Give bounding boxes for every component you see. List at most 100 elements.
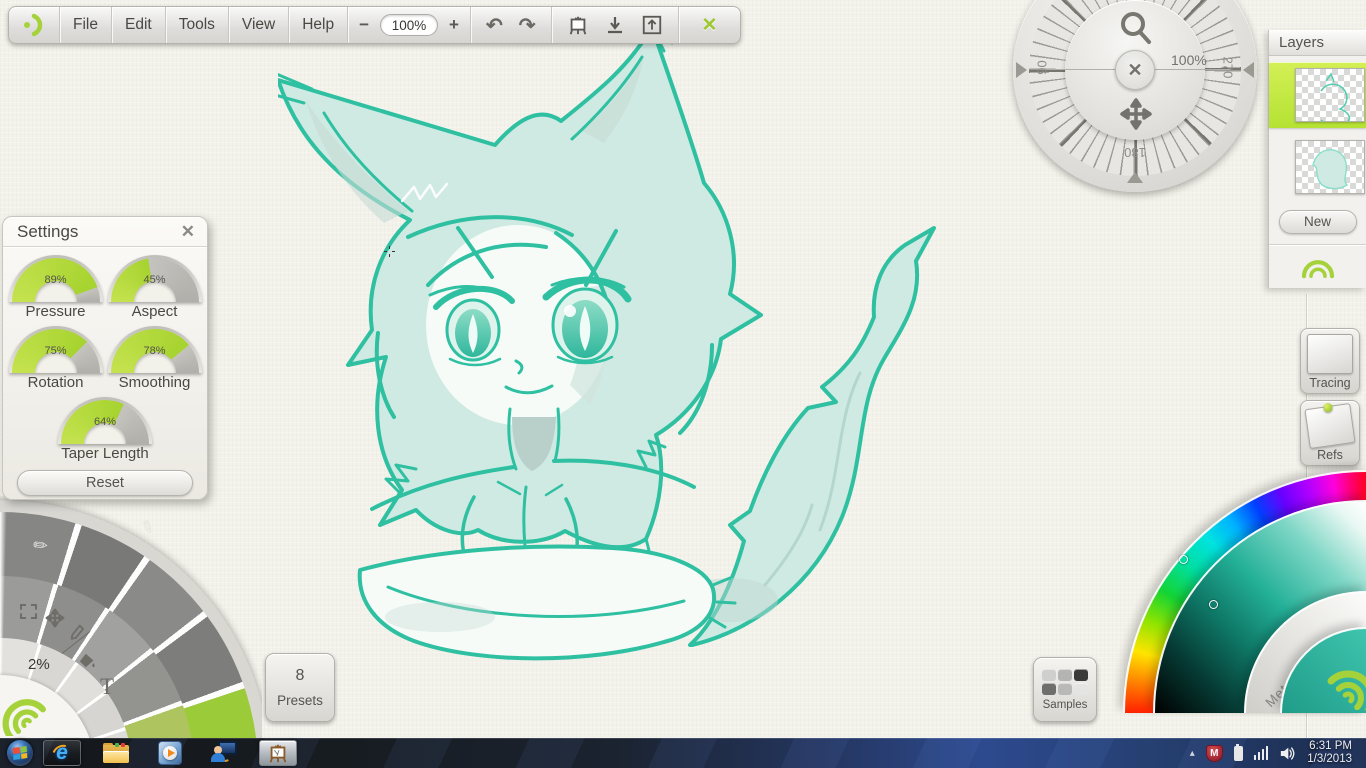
aspect-dial[interactable]: 45% Aspect	[105, 255, 204, 320]
layer-item-selected[interactable]	[1269, 62, 1366, 128]
transform-tool-icon[interactable]	[45, 608, 65, 628]
menu-tools[interactable]: Tools	[166, 7, 229, 43]
dial-value: 89%	[44, 274, 67, 286]
settings-panel: Settings ✕ 89% Pressure 45% Aspect 75% R…	[2, 216, 208, 500]
network-signal-icon[interactable]	[1253, 746, 1269, 760]
samples-button[interactable]: Samples	[1033, 657, 1097, 722]
rotation-label-180: 180	[1124, 145, 1146, 160]
canvas-navigator-wheel[interactable]: 90 270 180 ✕ 100%	[1013, 0, 1257, 192]
taskbar-media-player[interactable]	[151, 740, 189, 766]
easel-icon[interactable]	[560, 14, 596, 36]
canvas-controls	[552, 7, 679, 43]
taskbar-clock[interactable]: 6:31 PM 1/3/2013	[1307, 740, 1356, 766]
presets-button[interactable]: 8 Presets	[265, 653, 335, 722]
navigator-zoom-value: 100%	[1171, 52, 1207, 68]
redo-icon[interactable]: ↷	[512, 13, 543, 38]
artrage-arcs-icon	[1327, 670, 1366, 710]
tool-picker-wheel[interactable]: ✎ ✎ T 2%	[0, 496, 262, 738]
text-tool-icon[interactable]: T	[100, 674, 114, 700]
dial-value: 64%	[93, 416, 117, 428]
eyedropper-tool-icon[interactable]	[68, 624, 85, 642]
taskbar-internet-explorer[interactable]: e	[43, 740, 81, 768]
presets-count: 8	[295, 667, 305, 684]
artrage-logo-icon	[24, 13, 43, 37]
layers-panel: Layers New	[1268, 30, 1366, 288]
artrage-desktop: { "colors": { "accent_lime": "#a6d32f", …	[0, 0, 1366, 768]
hidden-icons-chevron[interactable]: ▴	[1190, 748, 1195, 759]
taskbar-messenger[interactable]	[205, 740, 243, 766]
brush-tool-icon[interactable]: ✎	[136, 516, 158, 540]
fill-tool-icon[interactable]	[78, 652, 97, 669]
close-icon[interactable]: ✕	[181, 222, 195, 242]
taper-length-dial[interactable]: 64% Taper Length	[56, 397, 155, 462]
menu-help[interactable]: Help	[289, 7, 349, 43]
reset-view-button[interactable]: ✕	[1115, 50, 1155, 90]
volume-icon[interactable]	[1279, 746, 1296, 761]
clock-time: 6:31 PM	[1309, 740, 1352, 752]
canvas-artwork[interactable]	[278, 35, 1008, 735]
dial-label: Smoothing	[118, 374, 191, 391]
magnifier-icon[interactable]	[1117, 10, 1155, 48]
panel-divider	[1269, 244, 1366, 245]
green-x-icon: ✕	[701, 14, 718, 36]
dial-label: Taper Length	[61, 445, 149, 462]
windows-taskbar: e ▴ M 6:31 PM 1/3/2013	[0, 738, 1366, 768]
rotation-label-90: 90	[1034, 60, 1050, 75]
zoom-out-button[interactable]: −	[356, 15, 372, 35]
layer-thumbnail	[1295, 68, 1365, 126]
dial-label: Rotation	[27, 374, 84, 391]
menu-file[interactable]: File	[60, 7, 112, 43]
rotation-dial[interactable]: 75% Rotation	[6, 326, 105, 391]
folder-icon	[103, 743, 129, 763]
zoom-controls: − 100% +	[348, 7, 471, 43]
rotate-left-arrow-icon[interactable]	[1016, 62, 1027, 78]
samples-label: Samples	[1042, 698, 1088, 711]
history-controls: ↶ ↷	[471, 7, 552, 43]
tracing-button[interactable]: Tracing	[1300, 328, 1360, 394]
smoothing-dial[interactable]: 78% Smoothing	[105, 326, 204, 391]
mcafee-icon[interactable]: M	[1205, 744, 1223, 762]
layer-thumbnail	[1295, 140, 1365, 194]
artrage-logo-button[interactable]	[9, 7, 60, 43]
layers-panel-title[interactable]: Layers	[1269, 30, 1366, 56]
system-tray: ▴ M 6:31 PM 1/3/2013	[1190, 740, 1366, 766]
brush-cursor	[384, 246, 395, 257]
new-layer-button[interactable]: New	[1278, 210, 1357, 234]
export-icon[interactable]	[634, 14, 670, 36]
color-marker[interactable]	[1209, 600, 1218, 609]
reset-button[interactable]: Reset	[17, 470, 193, 496]
rotate-bottom-arrow-icon[interactable]	[1127, 172, 1143, 183]
quit-button[interactable]: ✕	[679, 7, 741, 43]
pan-icon[interactable]	[1118, 96, 1154, 132]
settings-title: Settings	[17, 221, 79, 241]
refs-label: Refs	[1317, 448, 1343, 462]
pin-icon	[1322, 402, 1334, 413]
settings-titlebar[interactable]: Settings ✕	[3, 217, 207, 247]
start-button[interactable]	[7, 740, 33, 766]
dial-label: Aspect	[131, 303, 178, 320]
battery-icon[interactable]	[1233, 743, 1243, 761]
clock-date: 1/3/2013	[1307, 753, 1352, 765]
ie-swoosh-icon	[48, 741, 77, 768]
undo-icon[interactable]: ↶	[479, 13, 510, 38]
menubar: File Edit Tools View Help − 100% + ↶ ↷ ✕	[8, 6, 742, 44]
brush-size-value[interactable]: 2%	[28, 656, 50, 673]
artrage-arcs-icon[interactable]	[1296, 251, 1340, 279]
tracing-thumbnail-icon	[1307, 334, 1353, 374]
dial-label: Pressure	[25, 303, 86, 320]
menu-view[interactable]: View	[229, 7, 290, 43]
layer-item[interactable]	[1269, 134, 1366, 200]
artrage-arcs-icon	[2, 699, 46, 736]
hue-marker[interactable]	[1179, 555, 1188, 564]
taskbar-artrage-active[interactable]	[259, 740, 297, 766]
pressure-dial[interactable]: 89% Pressure	[6, 255, 105, 320]
presets-label: Presets	[277, 693, 323, 708]
zoom-in-button[interactable]: +	[446, 15, 462, 35]
taskbar-file-explorer[interactable]	[97, 740, 135, 766]
menu-edit[interactable]: Edit	[112, 7, 166, 43]
import-icon[interactable]	[598, 14, 632, 36]
selection-tool-icon[interactable]	[20, 604, 37, 619]
rotate-right-arrow-icon[interactable]	[1243, 62, 1254, 78]
refs-button[interactable]: Refs	[1300, 400, 1360, 466]
zoom-level-field[interactable]: 100%	[380, 14, 439, 36]
